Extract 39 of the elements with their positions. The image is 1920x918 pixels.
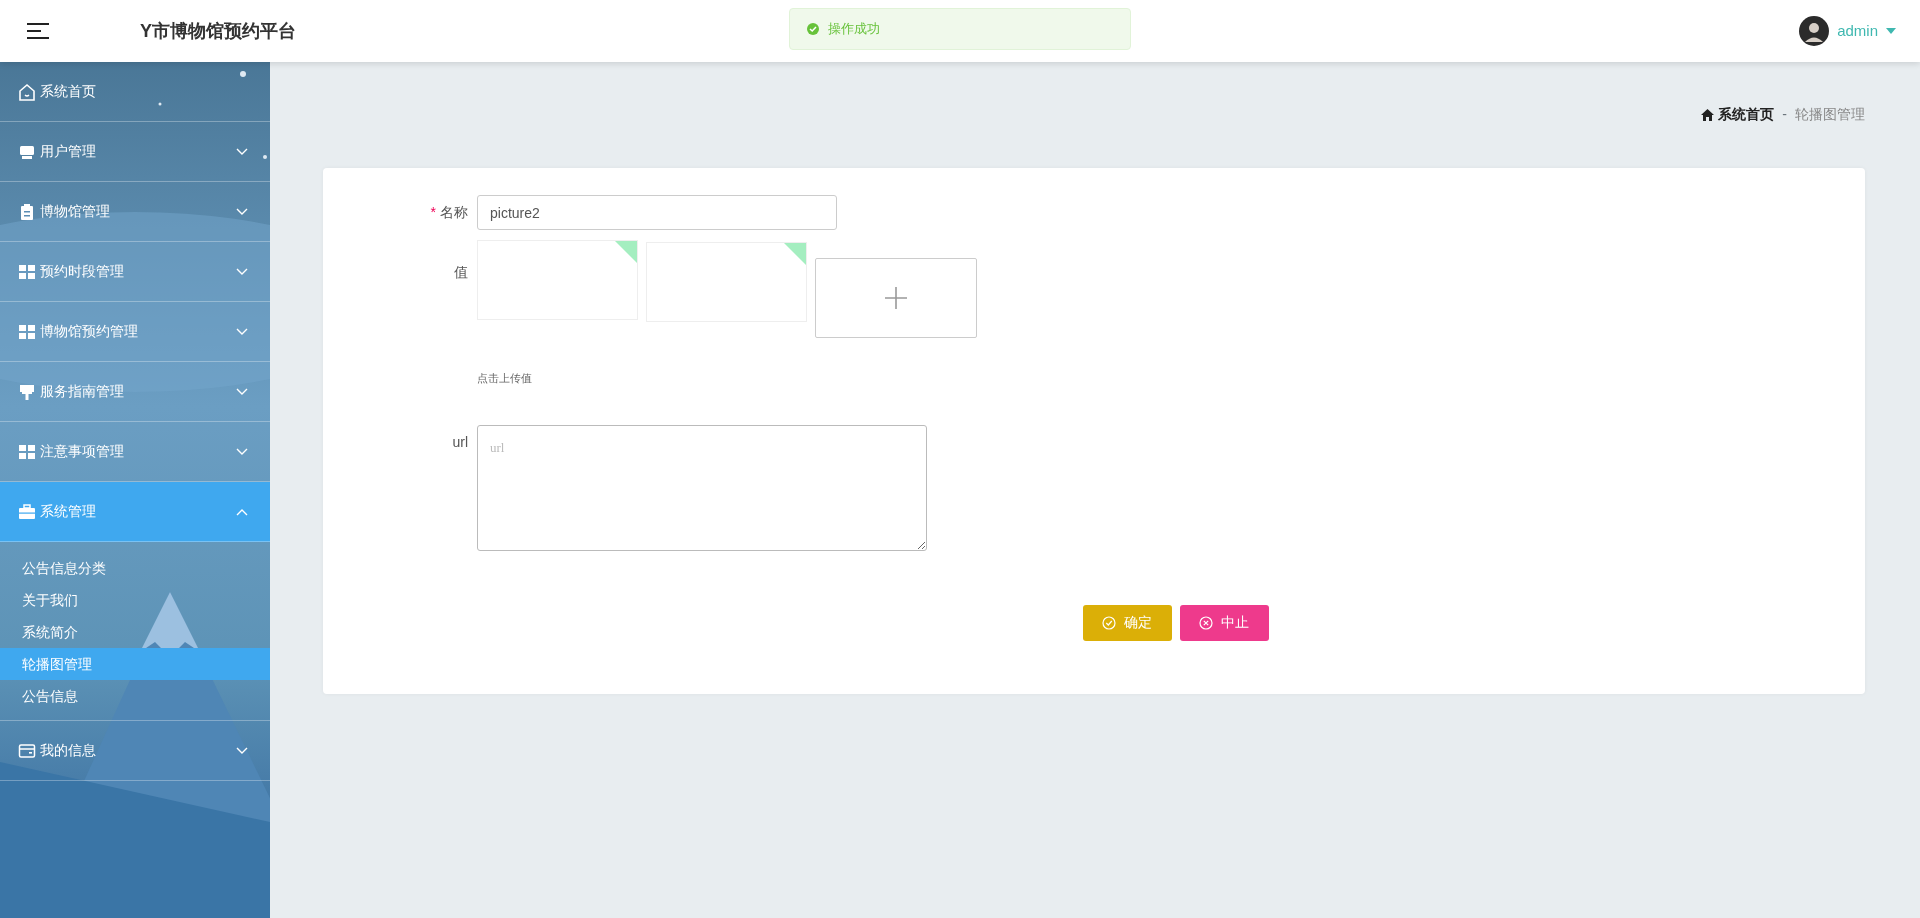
cancel-button[interactable]: 中止: [1179, 604, 1269, 641]
home-icon: [1701, 108, 1715, 121]
field-label: 值: [453, 263, 469, 282]
submenu-item[interactable]: 系统简介: [0, 616, 270, 648]
caret-icon: [1886, 27, 1896, 35]
submenu-item[interactable]: 公告信息: [0, 680, 270, 712]
avatar-icon: [1799, 16, 1830, 46]
toast-text: 操作成功: [828, 20, 880, 39]
grid-icon: [18, 262, 36, 281]
confirm-button[interactable]: 确定: [1082, 604, 1172, 641]
user-menu[interactable]: admin: [1837, 19, 1878, 43]
text-input[interactable]: picture2: [477, 195, 837, 230]
required-mark: *: [430, 204, 436, 220]
submenu-item[interactable]: 公告信息分类: [0, 552, 270, 584]
wallet-icon: [18, 741, 36, 760]
submenu-item[interactable]: 轮播图管理: [0, 648, 270, 680]
app-title: Y市博物馆预约平台: [140, 19, 296, 43]
check-circle-icon: [1102, 615, 1116, 630]
grid-icon: [18, 322, 36, 341]
sidebar-item[interactable]: 系统管理: [0, 482, 270, 542]
menu-icon[interactable]: [26, 21, 50, 41]
success-icon: [806, 22, 820, 36]
field-label: 名称: [440, 204, 468, 220]
paint-roller-icon: [18, 382, 36, 401]
success-corner-icon: [784, 243, 806, 265]
submenu-item[interactable]: 关于我们: [0, 584, 270, 616]
url-textarea[interactable]: url: [477, 424, 927, 551]
plus-icon: [884, 286, 908, 310]
briefcase-icon: [18, 502, 36, 521]
breadcrumb-separator: -: [1782, 105, 1787, 124]
breadcrumb-current: 轮播图管理: [1795, 105, 1865, 124]
field-label: url: [451, 432, 469, 452]
hint-text: 点击上传值: [477, 371, 533, 386]
grid-icon: [18, 442, 36, 461]
home-icon: [18, 82, 36, 101]
close-icon: [1199, 615, 1213, 630]
success-corner-icon: [615, 241, 637, 263]
breadcrumb-link[interactable]: 系统首页: [1718, 104, 1775, 125]
clipboard-icon: [18, 202, 36, 221]
